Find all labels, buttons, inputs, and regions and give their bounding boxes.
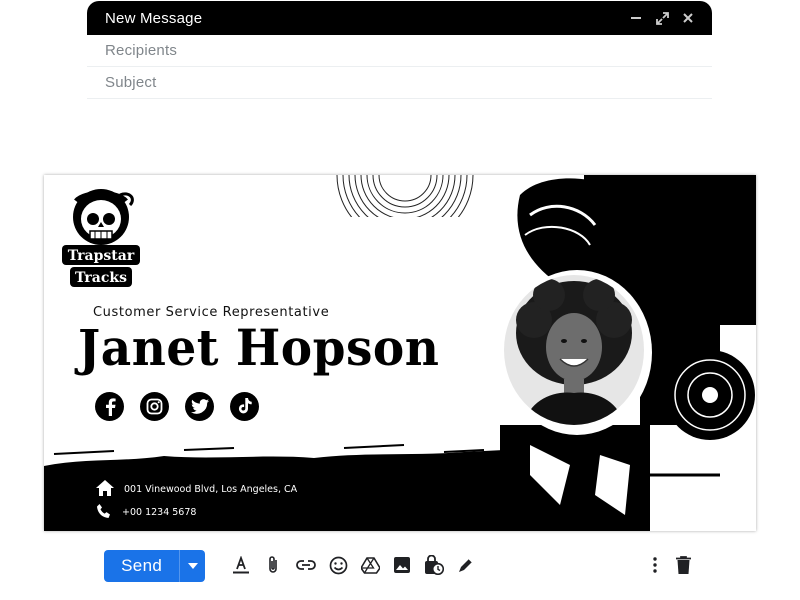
send-button[interactable]: Send — [104, 550, 205, 582]
send-options-dropdown[interactable] — [179, 550, 205, 582]
home-icon — [96, 480, 114, 499]
compose-window: New Message Recipients Subject — [87, 1, 712, 99]
header-controls — [628, 10, 696, 26]
phone-icon — [96, 503, 112, 522]
concentric-circles-decoration — [336, 175, 474, 217]
phone-row: +00 1234 5678 — [96, 503, 196, 522]
link-icon[interactable] — [296, 555, 316, 575]
trash-icon[interactable] — [673, 555, 693, 575]
social-links — [95, 392, 259, 421]
confidential-icon[interactable] — [424, 555, 444, 575]
compose-toolbar: Send — [0, 547, 800, 587]
logo-text-line1: Trapstar — [68, 248, 135, 264]
address-text: 001 Vinewood Blvd, Los Angeles, CA — [124, 484, 298, 495]
logo-text-line2: Tracks — [75, 270, 127, 286]
compose-header: New Message — [87, 1, 712, 35]
address-row: 001 Vinewood Blvd, Los Angeles, CA — [96, 480, 297, 499]
signature-pen-icon[interactable] — [456, 555, 476, 575]
twitter-icon[interactable] — [185, 392, 214, 421]
brand-logo: Trapstar Tracks — [58, 187, 144, 291]
profile-photo — [504, 275, 644, 425]
facebook-icon[interactable] — [95, 392, 124, 421]
recipients-field[interactable]: Recipients — [87, 35, 712, 67]
send-label: Send — [121, 556, 163, 575]
format-text-icon[interactable] — [231, 555, 251, 575]
more-options-icon[interactable] — [645, 555, 665, 575]
tiktok-icon[interactable] — [230, 392, 259, 421]
close-icon[interactable] — [680, 10, 696, 26]
contact-info-band: 001 Vinewood Blvd, Los Angeles, CA +00 1… — [44, 466, 504, 531]
instagram-icon[interactable] — [140, 392, 169, 421]
emoji-icon[interactable] — [328, 555, 348, 575]
job-title: Customer Service Representative — [93, 305, 330, 320]
signature-name: Janet Hopson — [78, 319, 440, 378]
minimize-icon[interactable] — [628, 10, 644, 26]
fullscreen-icon[interactable] — [654, 10, 670, 26]
attach-icon[interactable] — [263, 555, 283, 575]
drive-icon[interactable] — [360, 555, 380, 575]
image-icon[interactable] — [392, 555, 412, 575]
email-signature-image: Trapstar Tracks Customer Service Represe… — [44, 175, 756, 531]
compose-title: New Message — [105, 9, 203, 27]
subject-field[interactable]: Subject — [87, 67, 712, 99]
phone-text: +00 1234 5678 — [122, 507, 197, 518]
